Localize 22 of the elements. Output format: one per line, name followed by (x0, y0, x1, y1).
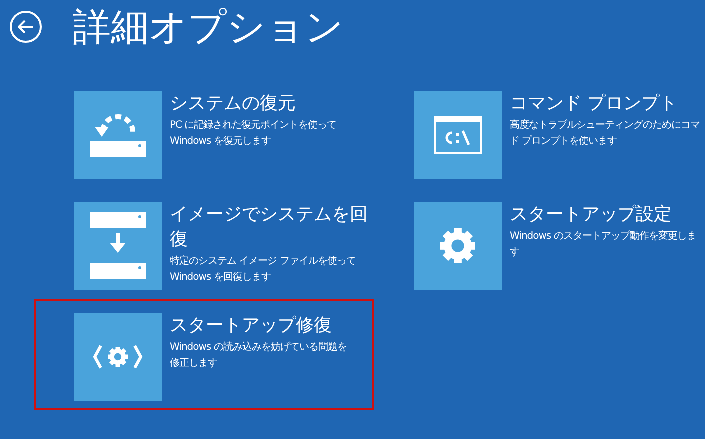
option-item[interactable]: システムの復元 PC に記録された復元ポイントを使って Windows を復元します (34, 77, 374, 188)
back-arrow-icon (18, 20, 34, 34)
option-title: スタートアップ設定 (510, 203, 673, 227)
gear-brackets-icon (93, 344, 143, 370)
option-description: PC に記録された復元ポイントを使って Windows を復元します (170, 118, 337, 149)
back-button[interactable] (10, 10, 42, 42)
option-item[interactable]: スタートアップ修復 Windows の読み込みを妨げている問題を 修正します (34, 299, 374, 410)
option-title: コマンド プロンプト (510, 92, 679, 116)
option-description: 高度なトラブルシューティングのためにコマ ド プロンプトを使います (510, 118, 700, 149)
gear-icon (438, 226, 478, 266)
option-title: イメージでシステムを回 復 (170, 203, 368, 252)
option-item[interactable]: スタートアップ設定 Windows のスタートアップ動作を変更しま す (374, 188, 705, 299)
option-title: システムの復元 (170, 92, 297, 116)
page-title: 詳細オプション (73, 8, 344, 46)
option-description: Windows の読み込みを妨げている問題を 修正します (170, 340, 347, 371)
option-title: スタートアップ修復 (170, 314, 333, 338)
terminal-icon (434, 116, 482, 154)
option-description: Windows のスタートアップ動作を変更しま す (510, 230, 696, 260)
option-item[interactable]: コマンド プロンプト 高度なトラブルシューティングのためにコマ ド プロンプトを使います (374, 77, 705, 188)
option-item[interactable]: イメージでシステムを回 復 特定のシステム イメージ ファイルを使って Windows を回復します (34, 188, 374, 299)
option-description: 特定のシステム イメージ ファイルを使って Windows を回復します (170, 254, 357, 285)
drive-download-icon (89, 211, 147, 281)
